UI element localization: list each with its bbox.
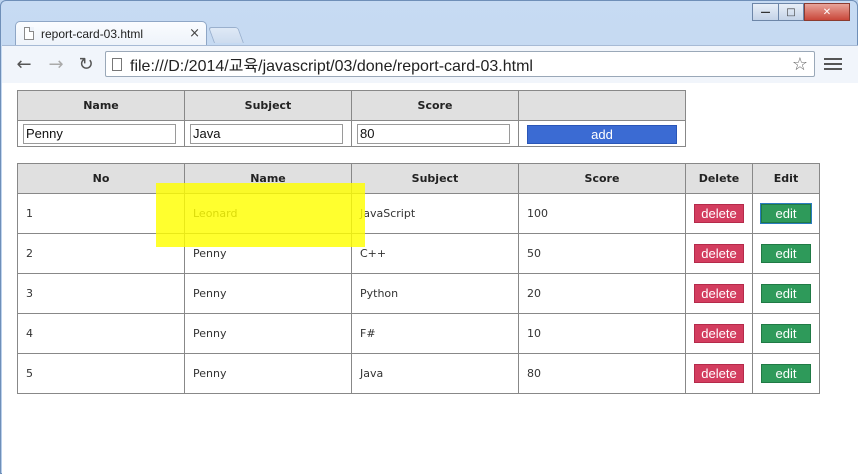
cell-edit: edit [752,273,820,314]
tab-close-icon[interactable]: × [189,26,200,41]
delete-button[interactable]: delete [694,284,744,303]
input-form-table: Name Subject Score add [17,90,686,147]
cell-edit: edit [752,353,820,394]
cell-subject: JavaScript [351,193,519,234]
cell-name: Penny [184,353,352,394]
table-row: 4 Penny F# 10 delete edit [17,313,820,354]
edit-button[interactable]: edit [760,203,812,224]
cell-no: 4 [17,313,185,354]
edit-button[interactable]: edit [761,324,811,343]
cell-no: 5 [17,353,185,394]
reload-button[interactable]: ↻ [74,52,98,76]
table-header-row: No Name Subject Score Delete Edit [17,163,820,194]
page-content: Name Subject Score add [2,83,858,474]
cell-edit: edit [752,193,820,234]
subject-input[interactable] [190,123,343,144]
cell-subject: F# [351,313,519,354]
cell-delete: delete [685,193,753,234]
delete-button[interactable]: delete [694,244,744,263]
cell-name: Penny [184,313,352,354]
form-header-score: Score [351,90,519,121]
cell-score: 50 [518,233,686,274]
new-tab-button[interactable] [208,27,244,43]
back-button[interactable]: ← [12,52,36,76]
maximize-button[interactable]: □ [778,3,804,21]
browser-tab[interactable]: report-card-03.html × [15,21,207,45]
address-bar[interactable]: file:///D:/2014/교육/javascript/03/done/re… [105,51,815,77]
minimize-button[interactable]: — [752,3,779,21]
delete-button[interactable]: delete [694,324,744,343]
cell-edit: edit [752,313,820,354]
cell-delete: delete [685,313,753,354]
column-header-delete: Delete [685,163,753,194]
column-header-score: Score [518,163,686,194]
cell-score: 20 [518,273,686,314]
cell-score: 10 [518,313,686,354]
forward-button[interactable]: → [44,52,68,76]
edit-button[interactable]: edit [761,284,811,303]
cell-name: Leonard [184,193,352,234]
add-button[interactable]: add [527,124,677,144]
table-row: 1 Leonard JavaScript 100 delete edit [17,193,820,234]
cell-delete: delete [685,353,753,394]
name-input[interactable] [23,123,176,144]
cell-name: Penny [184,273,352,314]
cell-delete: delete [685,233,753,274]
cell-subject: Python [351,273,519,314]
table-row: 5 Penny Java 80 delete edit [17,353,820,394]
form-cell-add: add [518,120,686,147]
browser-window: report-card-03.html × — □ ✕ ← → ↻ file:/… [0,0,858,474]
address-url[interactable]: file:///D:/2014/교육/javascript/03/done/re… [130,52,786,76]
column-header-name: Name [184,163,352,194]
close-window-button[interactable]: ✕ [804,3,850,21]
delete-button[interactable]: delete [694,204,744,223]
cell-no: 2 [17,233,185,274]
bookmark-star-icon[interactable]: ☆ [786,54,814,75]
form-cell-subject [184,120,352,147]
form-header-subject: Subject [184,90,352,121]
column-header-edit: Edit [752,163,820,194]
table-row: 3 Penny Python 20 delete edit [17,273,820,314]
form-header-name: Name [17,90,185,121]
cell-no: 1 [17,193,185,234]
cell-name: Penny [184,233,352,274]
cell-subject: C++ [351,233,519,274]
cell-subject: Java [351,353,519,394]
tab-title: report-card-03.html [41,26,144,41]
cell-delete: delete [685,273,753,314]
score-input[interactable] [357,123,510,144]
browser-toolbar: ← → ↻ file:///D:/2014/교육/javascript/03/d… [2,45,858,83]
cell-score: 100 [518,193,686,234]
cell-no: 3 [17,273,185,314]
cell-edit: edit [752,233,820,274]
table-row: 2 Penny C++ 50 delete edit [17,233,820,274]
cell-score: 80 [518,353,686,394]
report-card-table: No Name Subject Score Delete Edit 1 Leon… [17,163,820,394]
column-header-subject: Subject [351,163,519,194]
document-icon [24,27,34,40]
column-header-no: No [17,163,185,194]
delete-button[interactable]: delete [694,364,744,383]
edit-button[interactable]: edit [761,364,811,383]
form-header-action [518,90,686,121]
edit-button[interactable]: edit [761,244,811,263]
form-cell-name [17,120,185,147]
page-icon [112,57,122,71]
browser-menu-icon[interactable] [824,54,842,74]
form-cell-score [351,120,519,147]
